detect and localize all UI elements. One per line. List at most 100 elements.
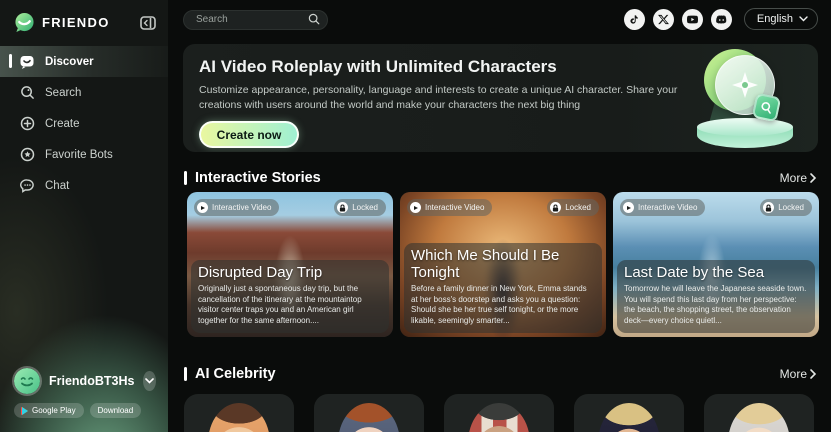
chevron-right-icon (808, 172, 818, 184)
celebrity-row (184, 394, 814, 432)
search-bar (183, 9, 328, 29)
user-row[interactable]: FriendoBT3Hs (14, 368, 156, 394)
stories-section-title: Interactive Stories (195, 170, 321, 186)
store-badges: Google Play Download (14, 403, 156, 418)
language-selector[interactable]: English (744, 8, 818, 30)
sidebar-item-favorite-bots[interactable]: Favorite Bots (0, 139, 168, 170)
google-play-icon (22, 407, 28, 415)
sidebar: FRIENDO Discover (0, 0, 168, 432)
badge-label: Locked (565, 203, 591, 212)
discord-icon[interactable] (711, 9, 732, 30)
chevron-down-icon (799, 16, 808, 22)
download-badge[interactable]: Download (90, 403, 142, 418)
sidebar-item-create[interactable]: Create (0, 108, 168, 139)
lock-icon (550, 202, 561, 213)
plus-circle-icon (19, 116, 35, 132)
story-card-last-date-by-the-sea[interactable]: Interactive Video Locked Last Date by th… (613, 192, 819, 337)
search-icon[interactable] (308, 13, 320, 25)
locked-badge: Locked (760, 199, 812, 216)
play-icon (623, 202, 634, 213)
more-label: More (780, 171, 807, 185)
youtube-icon[interactable] (682, 9, 703, 30)
download-label: Download (98, 406, 134, 415)
badge-label: Interactive Video (638, 203, 697, 212)
celebrity-card[interactable] (184, 394, 294, 432)
locked-badge: Locked (547, 199, 599, 216)
story-title: Last Date by the Sea (624, 264, 808, 281)
google-play-badge[interactable]: Google Play (14, 403, 84, 418)
celebrity-portrait (208, 403, 270, 432)
celebrity-more-link[interactable]: More (780, 367, 818, 381)
sidebar-item-chat[interactable]: Chat (0, 170, 168, 201)
celebrity-card[interactable] (314, 394, 424, 432)
google-play-label: Google Play (32, 406, 76, 415)
friendo-logo-icon (14, 12, 35, 33)
celebrity-portrait (468, 403, 530, 432)
podium (697, 118, 793, 148)
story-card-which-me-tonight[interactable]: Interactive Video Locked Which Me Should… (400, 192, 606, 337)
section-accent-bar (184, 171, 187, 185)
badge-label: Locked (778, 203, 804, 212)
logo-text: FRIENDO (42, 15, 110, 30)
logo-row: FRIENDO (0, 0, 168, 33)
sidebar-bottom: FriendoBT3Hs Google Play Download (0, 368, 168, 418)
badge-label: Locked (352, 203, 378, 212)
play-icon (197, 202, 208, 213)
story-description: Before a family dinner in New York, Emma… (411, 284, 595, 327)
topbar-right: English (624, 8, 818, 30)
story-text-panel: Disrupted Day Trip Originally just a spo… (191, 260, 389, 333)
tiktok-icon[interactable] (624, 9, 645, 30)
user-name: FriendoBT3Hs (49, 374, 134, 388)
celebrity-portrait (598, 403, 660, 432)
lock-icon (763, 202, 774, 213)
user-menu-chevron[interactable] (143, 371, 156, 391)
stories-section-header: Interactive Stories More (184, 168, 818, 188)
interactive-video-badge: Interactive Video (620, 199, 705, 216)
story-description: Originally just a spontaneous day trip, … (198, 284, 382, 327)
hero-description: Customize appearance, personality, langu… (199, 83, 704, 112)
chevron-right-icon (808, 368, 818, 380)
story-description: Tomorrow he will leave the Japanese seas… (624, 284, 808, 327)
badge-label: Interactive Video (425, 203, 484, 212)
locked-badge: Locked (334, 199, 386, 216)
sidebar-item-discover[interactable]: Discover (0, 46, 168, 77)
celebrity-card[interactable] (574, 394, 684, 432)
celebrity-card[interactable] (704, 394, 814, 432)
x-twitter-icon[interactable] (653, 9, 674, 30)
celebrity-portrait (728, 403, 790, 432)
avatar (14, 368, 40, 394)
story-card-disrupted-day-trip[interactable]: Interactive Video Locked Disrupted Day T… (187, 192, 393, 337)
sidebar-collapse-icon[interactable] (140, 16, 156, 30)
hero-banner: AI Video Roleplay with Unlimited Charact… (183, 44, 818, 152)
sidebar-item-label: Discover (45, 56, 94, 68)
interactive-video-badge: Interactive Video (194, 199, 279, 216)
story-text-panel: Last Date by the Sea Tomorrow he will le… (617, 260, 815, 333)
badge-label: Interactive Video (212, 203, 271, 212)
celebrity-section-title: AI Celebrity (195, 366, 276, 382)
hero-art (688, 48, 802, 150)
search-input[interactable] (183, 10, 328, 30)
celebrity-card[interactable] (444, 394, 554, 432)
language-label: English (757, 13, 793, 25)
star-circle-icon (19, 147, 35, 163)
section-accent-bar (184, 367, 187, 381)
sidebar-item-search[interactable]: Search (0, 77, 168, 108)
lock-icon (337, 202, 348, 213)
sidebar-item-label: Favorite Bots (45, 149, 113, 161)
story-text-panel: Which Me Should I Be Tonight Before a fa… (404, 243, 602, 333)
interactive-video-badge: Interactive Video (407, 199, 492, 216)
story-title: Which Me Should I Be Tonight (411, 247, 595, 281)
stories-more-link[interactable]: More (780, 171, 818, 185)
magnifier-icon (759, 100, 774, 115)
sidebar-item-label: Chat (45, 180, 69, 192)
play-icon (410, 202, 421, 213)
create-now-button[interactable]: Create now (199, 121, 299, 148)
celebrity-portrait (338, 403, 400, 432)
celebrity-section-header: AI Celebrity More (184, 364, 818, 384)
topbar: English (168, 0, 831, 38)
more-label: More (780, 367, 807, 381)
chat-bubble-icon (19, 54, 35, 70)
stories-row: Interactive Video Locked Disrupted Day T… (187, 192, 819, 337)
chat-dots-icon (19, 178, 35, 194)
sidebar-nav: Discover Search Create (0, 46, 168, 201)
